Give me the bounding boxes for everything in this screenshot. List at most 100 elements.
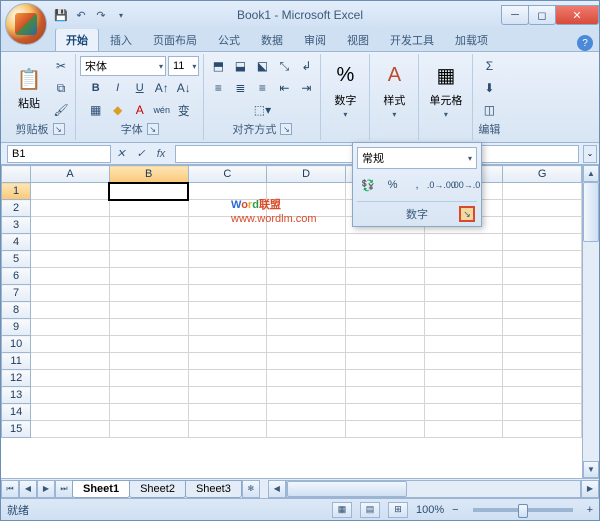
cell[interactable] (109, 302, 188, 319)
phonetic-icon[interactable]: wén (152, 100, 172, 120)
cell[interactable] (188, 234, 267, 251)
cell[interactable] (31, 285, 110, 302)
zoom-out-icon[interactable]: − (452, 504, 458, 516)
fx-icon[interactable]: fx (151, 145, 171, 163)
cell[interactable] (424, 353, 503, 370)
format-painter-icon[interactable]: 🖌 (51, 100, 71, 120)
cell[interactable] (267, 421, 346, 438)
row-header[interactable]: 10 (2, 336, 31, 353)
cell[interactable] (424, 404, 503, 421)
cell[interactable] (345, 302, 424, 319)
font-name-select[interactable]: 宋体 (80, 56, 166, 76)
cell[interactable] (345, 370, 424, 387)
cell[interactable] (345, 234, 424, 251)
grow-font-icon[interactable]: A↑ (152, 78, 172, 98)
cell[interactable] (109, 319, 188, 336)
comma-style-icon[interactable]: , (406, 175, 428, 195)
sheet-nav-first-icon[interactable]: ⏮ (1, 480, 19, 498)
tab-addins[interactable]: 加载项 (445, 29, 498, 51)
cell[interactable] (267, 183, 346, 200)
close-button[interactable]: ✕ (555, 5, 599, 25)
enter-icon[interactable]: ✓ (131, 145, 151, 163)
cell[interactable] (31, 404, 110, 421)
font-color-icon[interactable]: A (130, 100, 150, 120)
view-pagebreak-icon[interactable]: ⊞ (388, 502, 408, 518)
cell[interactable] (109, 234, 188, 251)
row-header[interactable]: 14 (2, 404, 31, 421)
font-launcher[interactable]: ↘ (147, 123, 159, 135)
clear-icon[interactable]: ◫ (479, 100, 499, 120)
sheet-tab[interactable]: Sheet3 (185, 480, 242, 498)
cell[interactable] (188, 404, 267, 421)
shrink-font-icon[interactable]: A↓ (174, 78, 194, 98)
row-header[interactable]: 8 (2, 302, 31, 319)
cell[interactable] (109, 404, 188, 421)
cell[interactable] (345, 319, 424, 336)
row-header[interactable]: 11 (2, 353, 31, 370)
styles-button[interactable]: A 样式▾ (374, 60, 414, 121)
cell[interactable] (424, 421, 503, 438)
row-header[interactable]: 15 (2, 421, 31, 438)
cell[interactable] (503, 336, 582, 353)
cell[interactable] (31, 268, 110, 285)
cell[interactable] (188, 319, 267, 336)
cell[interactable] (503, 285, 582, 302)
cell[interactable] (424, 370, 503, 387)
cell[interactable] (109, 268, 188, 285)
row-header[interactable]: 12 (2, 370, 31, 387)
cell[interactable] (188, 200, 267, 217)
align-top-icon[interactable]: ⬒ (208, 56, 228, 76)
cell[interactable] (267, 302, 346, 319)
view-layout-icon[interactable]: ▤ (360, 502, 380, 518)
cell[interactable] (31, 370, 110, 387)
cell[interactable] (503, 234, 582, 251)
cell[interactable] (345, 336, 424, 353)
cell[interactable] (31, 217, 110, 234)
tab-review[interactable]: 审阅 (294, 29, 336, 51)
cell[interactable] (109, 200, 188, 217)
cell[interactable] (267, 268, 346, 285)
cell[interactable] (31, 421, 110, 438)
cell[interactable] (31, 302, 110, 319)
cell[interactable] (267, 319, 346, 336)
cell[interactable] (31, 200, 110, 217)
cell[interactable] (345, 251, 424, 268)
cell[interactable] (503, 421, 582, 438)
cell[interactable] (267, 370, 346, 387)
cell[interactable] (503, 200, 582, 217)
minimize-button[interactable]: ─ (501, 5, 529, 25)
office-button[interactable] (5, 3, 47, 45)
name-box[interactable]: B1 (7, 145, 111, 163)
cell[interactable] (503, 217, 582, 234)
cell[interactable] (503, 251, 582, 268)
row-header[interactable]: 5 (2, 251, 31, 268)
cell[interactable] (267, 234, 346, 251)
phonetic2-icon[interactable]: 变 (174, 100, 194, 120)
currency-icon[interactable]: 💱 (357, 175, 379, 195)
cell[interactable] (267, 404, 346, 421)
cell[interactable] (503, 302, 582, 319)
help-icon[interactable]: ? (577, 35, 593, 51)
decrease-indent-icon[interactable]: ⇤ (274, 78, 294, 98)
cell[interactable] (109, 353, 188, 370)
view-normal-icon[interactable]: ▦ (332, 502, 352, 518)
col-header[interactable]: C (188, 166, 267, 183)
sheet-tab[interactable]: Sheet1 (72, 480, 130, 498)
paste-button[interactable]: 📋 粘贴 (9, 63, 49, 113)
cell[interactable] (109, 421, 188, 438)
cell[interactable] (267, 251, 346, 268)
cell[interactable] (188, 302, 267, 319)
cell[interactable] (503, 268, 582, 285)
row-header[interactable]: 7 (2, 285, 31, 302)
grid[interactable]: A B C D E F G 123456789101112131415 Word… (1, 165, 582, 478)
scroll-down-icon[interactable]: ▼ (583, 461, 599, 478)
number-format-select[interactable]: 常规▾ (357, 147, 477, 169)
cell[interactable] (424, 251, 503, 268)
cell[interactable] (345, 387, 424, 404)
qat-customize-icon[interactable]: ▾ (113, 7, 129, 23)
cell[interactable] (267, 387, 346, 404)
cell[interactable] (188, 370, 267, 387)
row-header[interactable]: 1 (2, 183, 31, 200)
cell[interactable] (31, 251, 110, 268)
cell[interactable] (345, 285, 424, 302)
